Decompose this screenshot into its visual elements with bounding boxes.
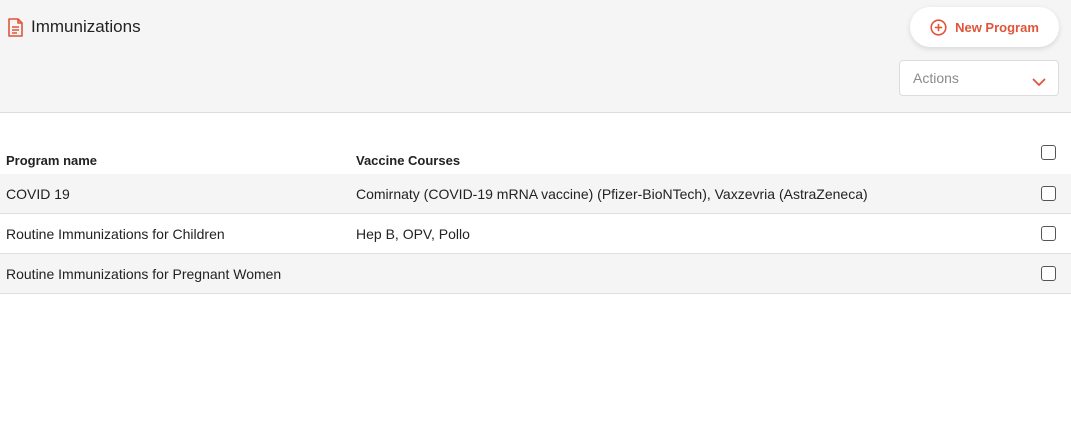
select-all-checkbox[interactable] (1041, 145, 1056, 160)
vaccine-courses-cell: Comirnaty (COVID-19 mRNA vaccine) (Pfize… (356, 186, 868, 202)
table-row[interactable]: COVID 19 Comirnaty (COVID-19 mRNA vaccin… (0, 174, 1071, 214)
table-row[interactable]: Routine Immunizations for Children Hep B… (0, 214, 1071, 254)
page-title: Immunizations (31, 17, 141, 36)
table-row[interactable]: Routine Immunizations for Pregnant Women (0, 254, 1071, 294)
programs-table: Program name Vaccine Courses COVID 19 Co… (0, 113, 1071, 294)
page-header: Immunizations New Program Actions (0, 0, 1071, 113)
chevron-down-icon (1032, 74, 1046, 86)
vaccine-courses-cell: Hep B, OPV, Pollo (356, 226, 470, 242)
program-name-cell: Routine Immunizations for Children (6, 226, 225, 242)
plus-circle-icon (930, 18, 947, 36)
document-icon (7, 17, 24, 37)
new-program-button[interactable]: New Program (910, 7, 1059, 47)
column-header-vaccine-courses: Vaccine Courses (356, 153, 461, 168)
row-checkbox[interactable] (1041, 226, 1056, 241)
actions-dropdown[interactable]: Actions (899, 60, 1059, 96)
column-header-program-name: Program name (6, 153, 98, 168)
new-program-label: New Program (955, 19, 1039, 35)
row-checkbox[interactable] (1041, 186, 1056, 201)
program-name-cell: COVID 19 (6, 186, 70, 202)
actions-placeholder: Actions (913, 70, 959, 86)
row-checkbox[interactable] (1041, 266, 1056, 281)
program-name-cell: Routine Immunizations for Pregnant Women (6, 266, 282, 282)
table-header: Program name Vaccine Courses (0, 113, 1071, 174)
title-group: Immunizations (7, 17, 141, 37)
